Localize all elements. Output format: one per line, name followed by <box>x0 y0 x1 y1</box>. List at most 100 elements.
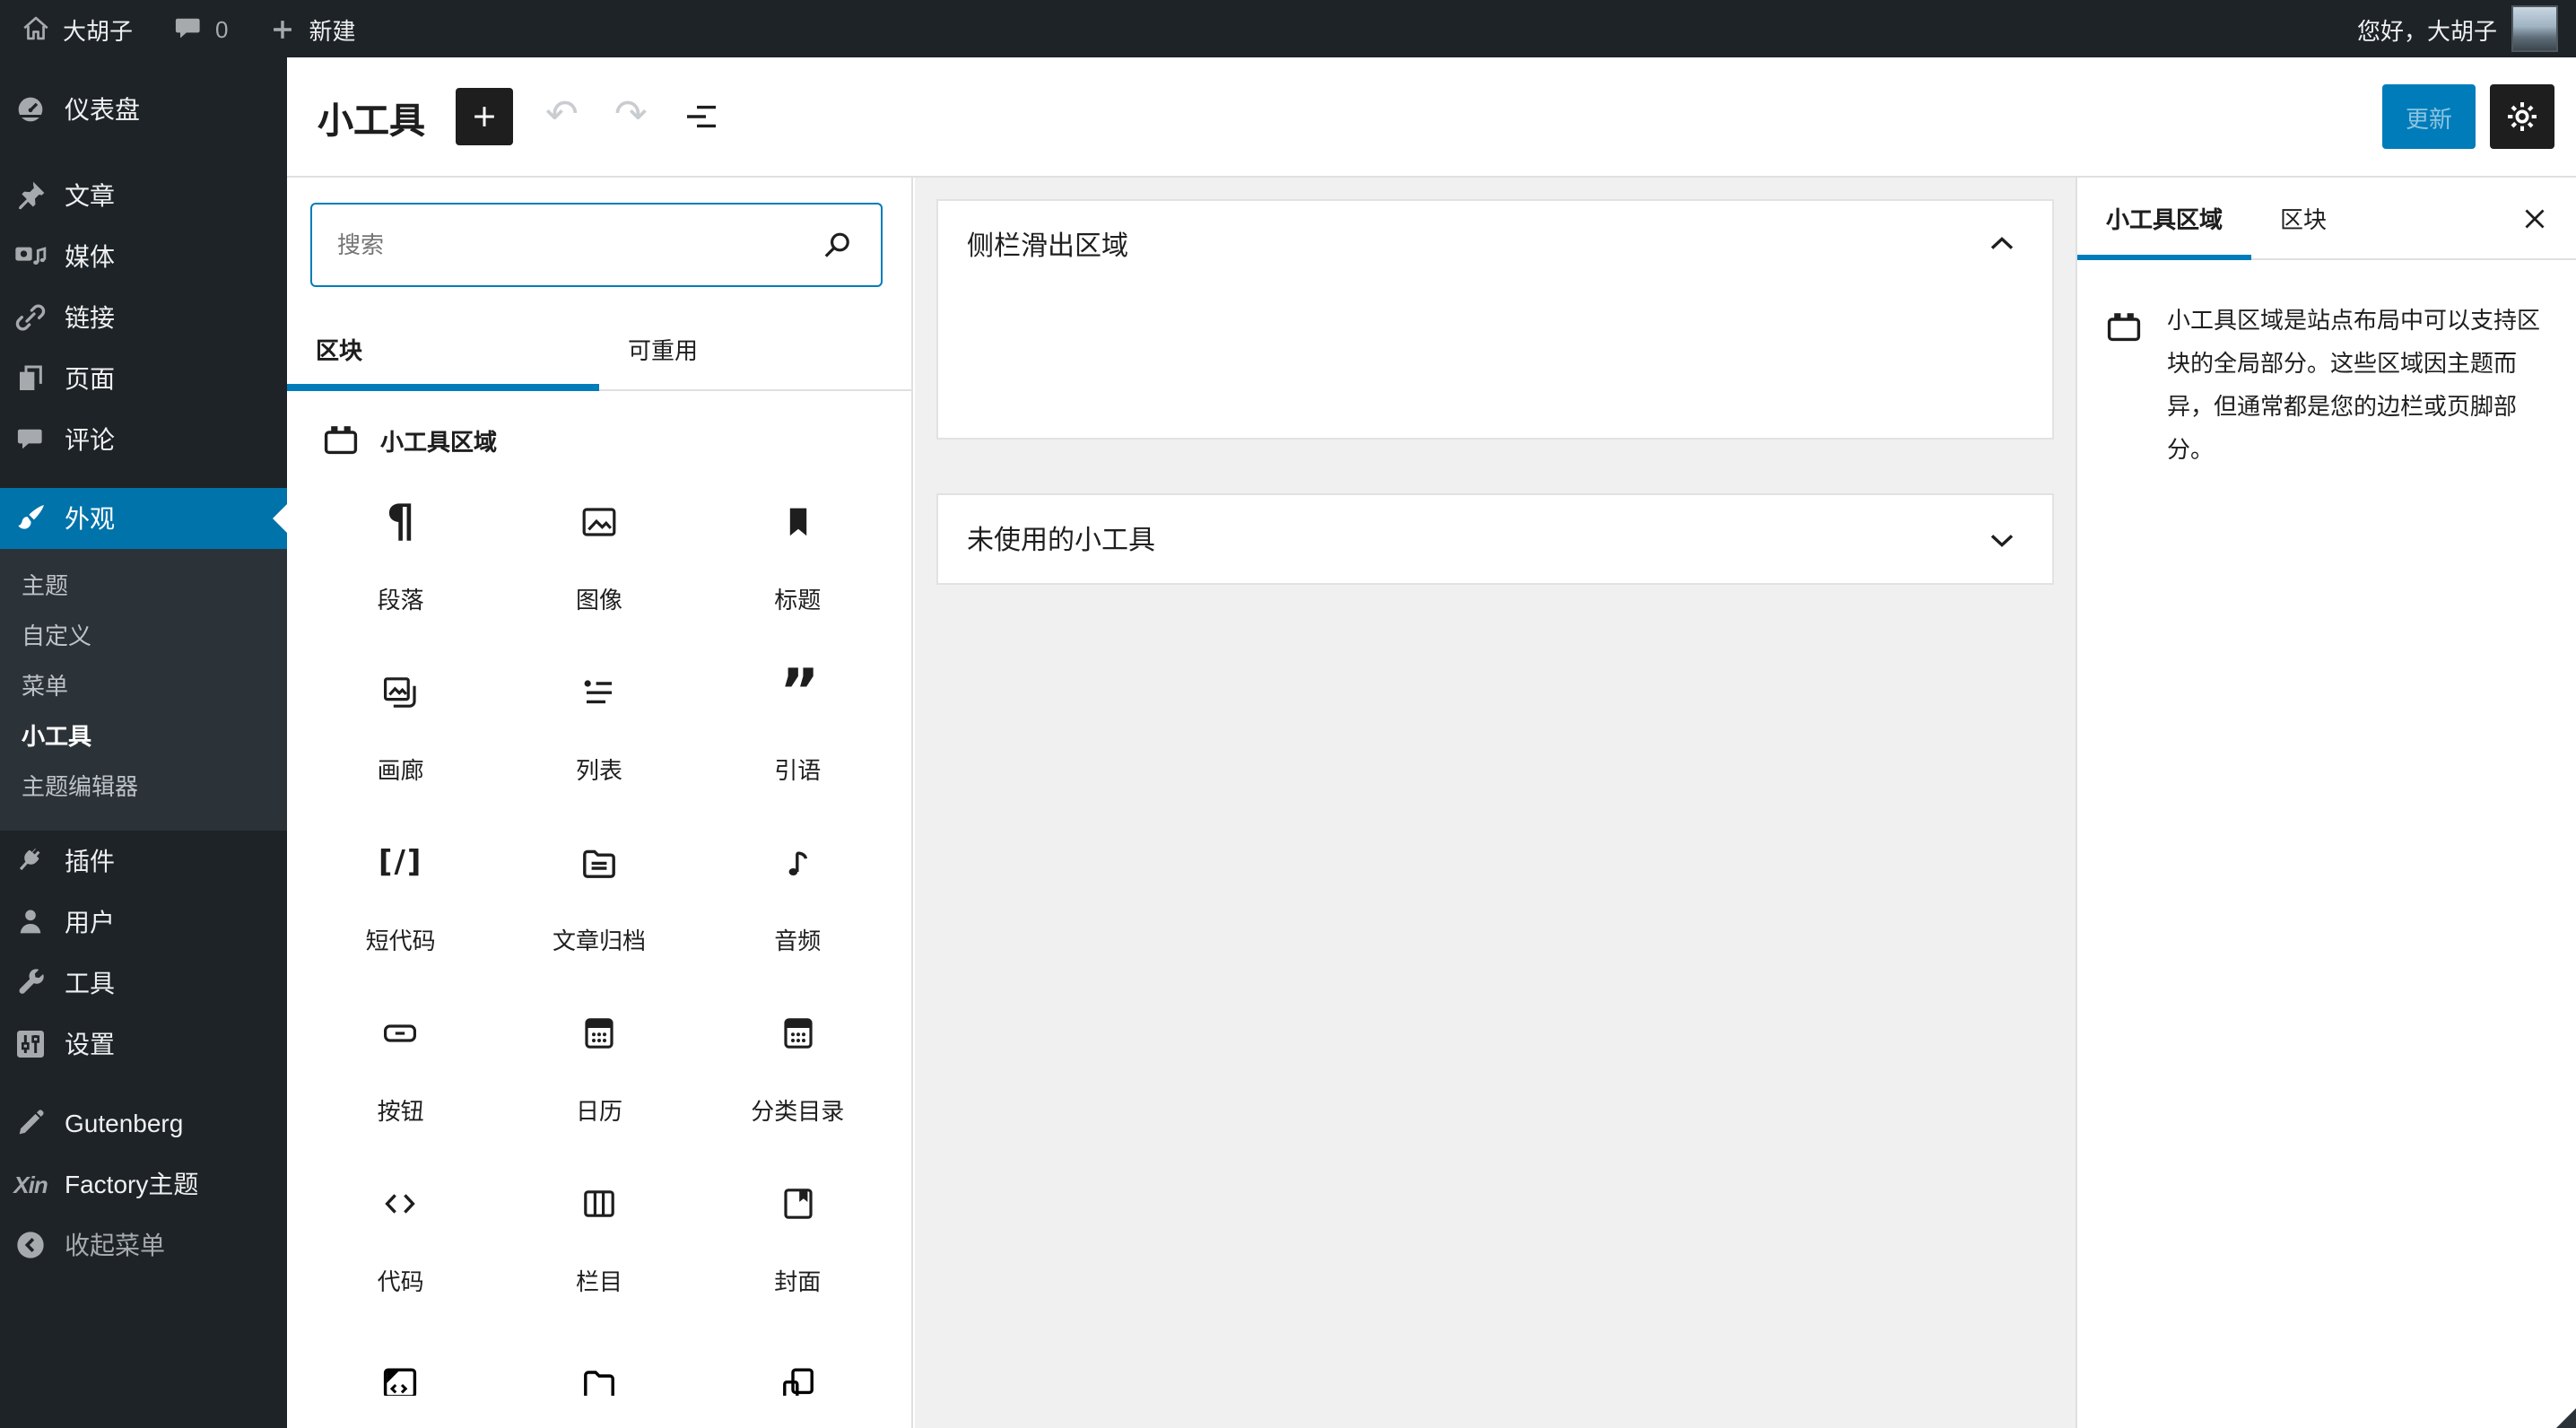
sidebar-item-wrench[interactable]: 工具 <box>0 953 287 1014</box>
submenu-item-3-current[interactable]: 小工具 <box>0 712 287 762</box>
blocks-grid: ¶ 段落 图像 标题画廊 列表” 引语 [/] 短代码 文章归档 音频按钮 日历 分类目录代码 栏目 封面 <box>287 475 911 1328</box>
panel-header[interactable]: 未使用的小工具 <box>938 495 2052 583</box>
site-menu[interactable]: 大胡子 <box>0 0 152 57</box>
sidebar-item-user[interactable]: 用户 <box>0 892 287 953</box>
block-calendar[interactable]: 日历 <box>500 987 698 1157</box>
submenu-item-0[interactable]: 主题 <box>0 562 287 612</box>
widget-area-icon <box>2102 305 2145 472</box>
redo-button[interactable]: ↷ <box>611 96 651 136</box>
widget-area-icon <box>319 418 362 461</box>
tab-block[interactable]: 区块 <box>2251 178 2355 258</box>
widget-area-panel-inactive: 未使用的小工具 <box>936 493 2054 585</box>
window-resize-grip <box>2556 1408 2576 1428</box>
pin-icon <box>13 178 48 213</box>
site-name: 大胡子 <box>63 17 134 44</box>
widgets-canvas: 侧栏滑出区域 未使用的小工具 <box>915 178 2076 1428</box>
block-categories[interactable]: 分类目录 <box>699 987 897 1157</box>
comments-shortcut[interactable]: 0 <box>152 0 248 57</box>
sidebar-item-brush[interactable]: 外观 <box>0 488 287 549</box>
settings-tabs: 小工具区域 区块 <box>2077 178 2576 260</box>
code-icon <box>379 1182 422 1225</box>
block-archives[interactable]: 文章归档 <box>500 816 698 987</box>
inserter-tabs: 区块 可重用 <box>287 309 911 391</box>
greeting: 您好，大胡子 <box>2356 17 2497 44</box>
block-cover[interactable]: 封面 <box>699 1157 897 1328</box>
block-list[interactable]: 列表 <box>500 646 698 816</box>
header-actions: 更新 <box>2381 84 2554 149</box>
sidebar-item-pages[interactable]: 页面 <box>0 348 287 409</box>
tab-widget-area[interactable]: 小工具区域 <box>2077 178 2252 260</box>
new-content-menu[interactable]: 新建 <box>248 0 376 57</box>
block-paragraph[interactable]: ¶ 段落 <box>301 475 500 646</box>
wrench-icon <box>13 965 48 1001</box>
block-audio[interactable]: 音频 <box>699 816 897 987</box>
submenu-item-2[interactable]: 菜单 <box>0 662 287 712</box>
block-html-partial[interactable] <box>301 1328 500 1398</box>
sidebar-item-plug[interactable]: 插件 <box>0 831 287 892</box>
panel-title: 侧栏滑出区域 <box>967 231 1129 261</box>
page-title: 小工具 <box>318 101 425 141</box>
tab-reusable[interactable]: 可重用 <box>599 309 911 389</box>
search-area <box>287 178 911 309</box>
tab-blocks[interactable]: 区块 <box>287 309 599 391</box>
editor-header: 小工具 ↶ ↷ 更新 <box>287 57 2576 178</box>
comment-bubble-icon <box>172 13 205 45</box>
avatar <box>2511 5 2558 52</box>
sidebar-item-link[interactable]: 链接 <box>0 287 287 348</box>
user-icon <box>13 904 48 940</box>
shortcode-icon: [/] <box>378 845 423 881</box>
sidebar-item-xin[interactable]: Xin Factory主题 <box>0 1154 287 1215</box>
block-inserter-panel: 区块 可重用 小工具区域 ¶段落图像标题画廊列表”引语 [/]短代码文章归档音频按… <box>287 178 913 1428</box>
description-text: 小工具区域是站点布局中可以支持区块的全局部分。这些区域因主题而异，但通常都是您的… <box>2167 307 2541 463</box>
block-shortcode[interactable]: [/] 短代码 <box>301 816 500 987</box>
columns-icon <box>578 1182 621 1225</box>
block-image[interactable]: 图像 <box>500 475 698 646</box>
plus-icon <box>268 13 299 44</box>
block-heading[interactable]: 标题 <box>699 475 897 646</box>
settings-gear-button[interactable] <box>2490 84 2554 149</box>
block-columns[interactable]: 栏目 <box>500 1157 698 1328</box>
account-menu[interactable]: 您好，大胡子 <box>2357 0 2576 57</box>
home-icon <box>20 13 52 45</box>
list-icon <box>578 671 621 714</box>
widget-area-section-header: 小工具区域 <box>287 391 911 475</box>
sidebar-item-comment[interactable]: 评论 <box>0 409 287 470</box>
search-icon <box>816 223 859 266</box>
collapse-icon <box>13 1227 48 1263</box>
update-button[interactable]: 更新 <box>2381 84 2476 149</box>
block-inserter-toggle-button[interactable] <box>456 88 513 145</box>
block-button[interactable]: 按钮 <box>301 987 500 1157</box>
image-icon <box>578 501 621 544</box>
sidebar-item-sliders[interactable]: 设置 <box>0 1014 287 1075</box>
quote-icon: ” <box>779 657 820 728</box>
archives-icon <box>578 841 621 884</box>
block-gallery[interactable]: 画廊 <box>301 646 500 816</box>
comment-count: 0 <box>215 15 229 42</box>
search-input[interactable] <box>334 230 816 260</box>
chevron-down-icon <box>1980 518 2023 561</box>
sidebar-item-pencil[interactable]: Gutenberg <box>0 1093 287 1154</box>
sidebar-item-media[interactable]: 媒体 <box>0 226 287 287</box>
undo-button[interactable]: ↶ <box>542 96 582 136</box>
link-icon <box>13 300 48 335</box>
block-quote[interactable]: ” 引语 <box>699 646 897 816</box>
block-folder-partial[interactable] <box>500 1328 698 1398</box>
section-title: 小工具区域 <box>380 428 498 455</box>
submenu-item-4[interactable]: 主题编辑器 <box>0 762 287 813</box>
panel-header[interactable]: 侧栏滑出区域 <box>938 201 2052 287</box>
plug-icon <box>13 843 48 879</box>
html-icon <box>379 1362 422 1396</box>
block-group-partial[interactable] <box>699 1328 897 1398</box>
media-icon <box>13 239 48 274</box>
sidebar-item-dashboard[interactable]: 仪表盘 <box>0 79 287 140</box>
close-sidebar-button[interactable] <box>2493 178 2576 258</box>
settings-sidebar: 小工具区域 区块 小工具区域是站点布局中可以支持区块的全局部分。这些区域因主题而… <box>2076 178 2576 1428</box>
block-code[interactable]: 代码 <box>301 1157 500 1328</box>
submenu-item-1[interactable]: 自定义 <box>0 612 287 662</box>
pencil-icon <box>13 1105 48 1141</box>
list-view-button[interactable] <box>676 91 727 142</box>
sidebar-item-pin[interactable]: 文章 <box>0 165 287 226</box>
sidebar-item-collapse[interactable]: 收起菜单 <box>0 1215 287 1276</box>
xin-icon: Xin <box>13 1171 48 1197</box>
brush-icon <box>13 501 48 536</box>
